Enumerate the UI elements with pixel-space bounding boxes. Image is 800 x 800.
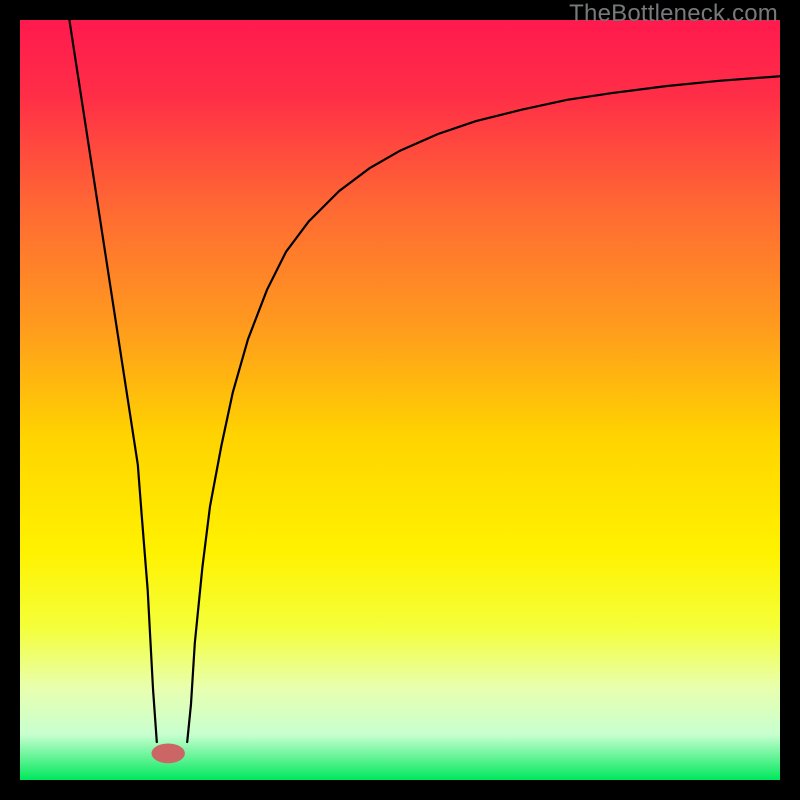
marker-layer [151, 744, 184, 764]
watermark-text: TheBottleneck.com [569, 0, 778, 28]
min-point-marker [151, 744, 184, 764]
bottleneck-chart [20, 20, 780, 780]
gradient-background [20, 20, 780, 780]
chart-frame [20, 20, 780, 780]
